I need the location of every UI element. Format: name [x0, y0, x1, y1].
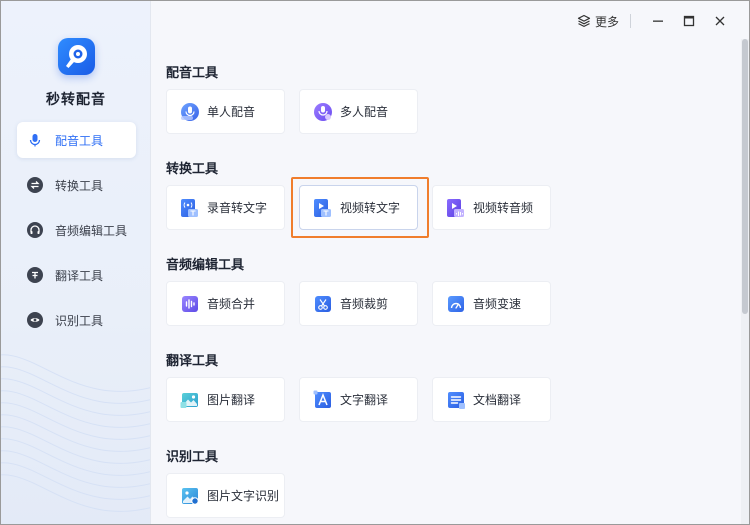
maximize-icon [683, 15, 695, 27]
card-label: 图片文字识别 [207, 489, 280, 503]
document-translate-icon [448, 391, 465, 409]
app-logo-icon [66, 45, 87, 68]
section-title-translate: 翻译工具 [166, 354, 219, 369]
sidebar-item-label: 音频编辑工具 [55, 223, 128, 238]
card-label: 视频转文字 [340, 201, 401, 215]
card-video-to-text[interactable]: 视频转文字 [299, 185, 418, 230]
audio-speed-icon [448, 295, 464, 312]
more-label: 更多 [595, 14, 620, 29]
sidebar-item-label: 配音工具 [55, 133, 104, 148]
app-name: 秒转配音 [46, 92, 106, 108]
text-translate-icon [313, 390, 331, 408]
translate-icon [27, 267, 43, 283]
section-title-audio-edit: 音频编辑工具 [166, 258, 245, 273]
card-audio-to-text[interactable]: 录音转文字 [166, 185, 285, 230]
minimize-button[interactable] [648, 11, 668, 31]
image-ocr-icon [182, 487, 199, 505]
app-window: 秒转配音 配音工具 转换工具 音频编辑工具 翻译工具 识别工具 更多 配音工具 … [0, 0, 750, 525]
sidebar-item-convert-tools[interactable]: 转换工具 [17, 167, 136, 203]
video-to-audio-icon [447, 198, 464, 217]
sidebar-item-translate-tools[interactable]: 翻译工具 [17, 257, 136, 293]
scrollbar-thumb[interactable] [742, 39, 748, 314]
card-label: 文档翻译 [473, 393, 522, 407]
section-title-convert: 转换工具 [166, 162, 219, 177]
card-single-voice[interactable]: 单人配音 [166, 89, 285, 134]
card-label: 音频合并 [207, 297, 256, 311]
sidebar-item-label: 转换工具 [55, 178, 104, 193]
card-label: 图片翻译 [207, 393, 256, 407]
card-video-to-audio[interactable]: 视频转音频 [432, 185, 551, 230]
audio-merge-icon [182, 295, 198, 312]
titlebar-divider [630, 14, 631, 28]
multi-voice-icon [314, 102, 332, 121]
sidebar-item-dubbing-tools[interactable]: 配音工具 [17, 122, 136, 158]
layers-icon [577, 14, 591, 27]
video-to-text-icon [314, 198, 331, 217]
card-audio-speed[interactable]: 音频变速 [432, 281, 551, 326]
sidebar: 秒转配音 配音工具 转换工具 音频编辑工具 翻译工具 识别工具 [1, 1, 151, 524]
convert-icon [27, 177, 43, 193]
card-text-translate[interactable]: 文字翻译 [299, 377, 418, 422]
card-image-ocr[interactable]: 图片文字识别 [166, 473, 285, 518]
close-icon [715, 16, 725, 26]
card-document-translate[interactable]: 文档翻译 [432, 377, 551, 422]
sidebar-item-label: 翻译工具 [55, 268, 104, 283]
app-logo [58, 38, 95, 75]
section-title-dubbing: 配音工具 [166, 66, 219, 81]
card-audio-merge[interactable]: 音频合并 [166, 281, 285, 326]
section-title-recognize: 识别工具 [166, 450, 219, 465]
image-translate-icon [180, 392, 198, 408]
card-label: 视频转音频 [473, 201, 534, 215]
card-multi-voice[interactable]: 多人配音 [299, 89, 418, 134]
audio-to-text-icon [181, 198, 198, 217]
sidebar-item-audio-edit-tools[interactable]: 音频编辑工具 [17, 212, 136, 248]
card-label: 单人配音 [207, 105, 256, 119]
card-image-translate[interactable]: 图片翻译 [166, 377, 285, 422]
close-button[interactable] [710, 11, 730, 31]
card-label: 音频变速 [473, 297, 522, 311]
card-label: 多人配音 [340, 105, 389, 119]
single-voice-icon [181, 102, 199, 121]
maximize-button[interactable] [679, 11, 699, 31]
card-audio-cut[interactable]: 音频裁剪 [299, 281, 418, 326]
sidebar-item-label: 识别工具 [55, 313, 104, 328]
main-panel: 更多 配音工具 单人配音 多人配音 转换工具 录音转文字 视频转文字 视频转音频… [152, 1, 749, 524]
card-label: 文字翻译 [340, 393, 389, 407]
titlebar: 更多 [152, 1, 749, 39]
sidebar-item-recognize-tools[interactable]: 识别工具 [17, 302, 136, 338]
audio-cut-icon [315, 295, 331, 312]
headphones-icon [27, 222, 43, 238]
more-button[interactable]: 更多 [577, 11, 619, 31]
microphone-icon [27, 132, 43, 148]
card-label: 音频裁剪 [340, 297, 389, 311]
eye-icon [27, 312, 43, 328]
minimize-icon [653, 20, 663, 22]
card-label: 录音转文字 [207, 201, 268, 215]
